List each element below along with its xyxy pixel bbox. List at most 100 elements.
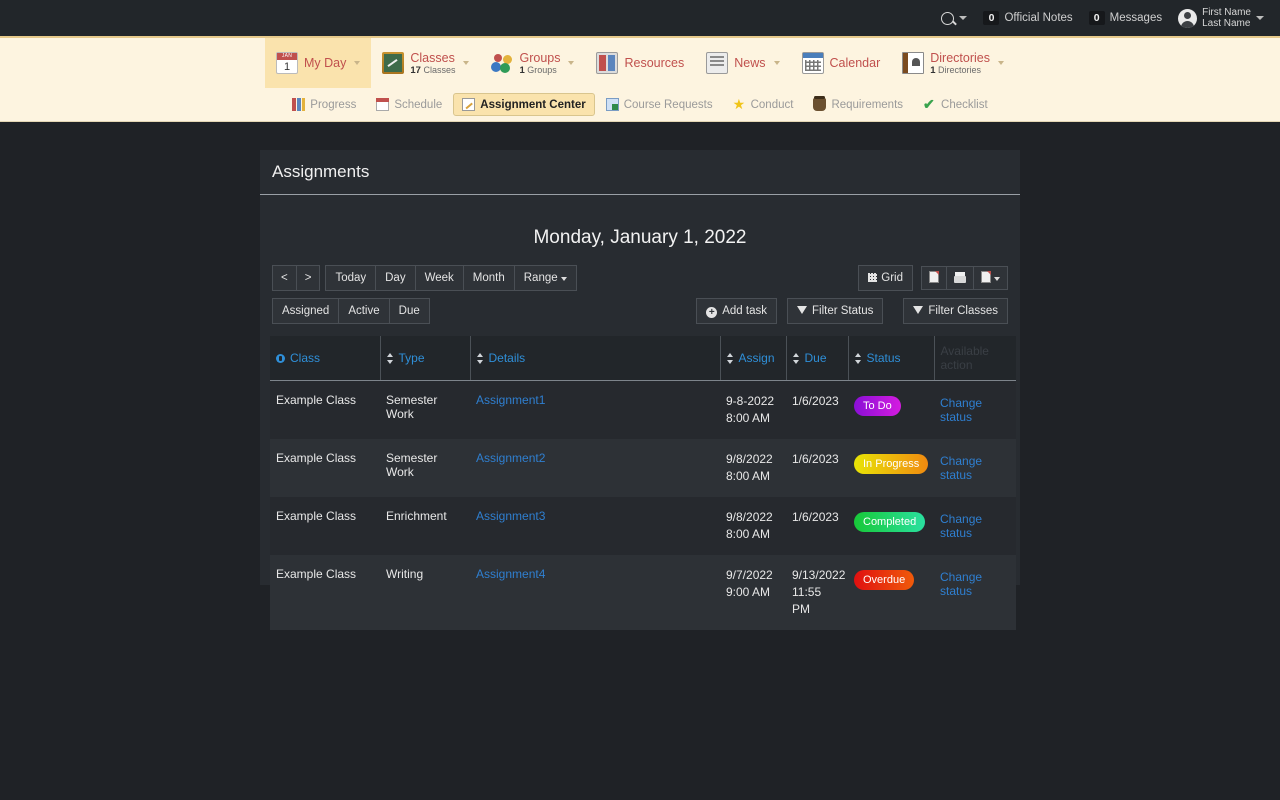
print-button[interactable] bbox=[946, 266, 974, 290]
assignment-link[interactable]: Assignment2 bbox=[476, 451, 545, 465]
export-document-button[interactable] bbox=[973, 266, 1008, 290]
active-filter-button[interactable]: Active bbox=[338, 298, 389, 324]
assignment-link[interactable]: Assignment1 bbox=[476, 393, 545, 407]
due-filter-button[interactable]: Due bbox=[389, 298, 430, 324]
status-badge[interactable]: Overdue bbox=[854, 570, 914, 590]
chevron-down-icon[interactable] bbox=[774, 61, 780, 65]
chevron-down-icon[interactable] bbox=[354, 61, 360, 65]
table-row[interactable]: Example Class Writing Assignment4 9/7/20… bbox=[270, 555, 1016, 630]
nav-title: Resources bbox=[624, 56, 684, 70]
sort-icon bbox=[727, 353, 734, 364]
nav-item-my-day[interactable]: JAN 1 My Day bbox=[265, 38, 371, 88]
status-badge[interactable]: Completed bbox=[854, 512, 925, 532]
week-button[interactable]: Week bbox=[415, 265, 464, 291]
chevron-down-icon[interactable] bbox=[1256, 16, 1264, 20]
assign-time: 8:00 AM bbox=[726, 469, 770, 483]
subnav-item-checklist[interactable]: ✔ Checklist bbox=[914, 93, 997, 116]
filter-classes-button[interactable]: Filter Classes bbox=[903, 298, 1008, 324]
filter-status-button[interactable]: Filter Status bbox=[787, 298, 883, 324]
subnav-item-assignment-center[interactable]: Assignment Center bbox=[453, 93, 594, 116]
assign-date: 9/8/2022 bbox=[726, 510, 773, 524]
subnav-item-progress[interactable]: Progress bbox=[283, 93, 365, 116]
export-button-group bbox=[921, 266, 1008, 290]
assigned-filter-button[interactable]: Assigned bbox=[272, 298, 339, 324]
assignment-link[interactable]: Assignment4 bbox=[476, 567, 545, 581]
assign-time: 8:00 AM bbox=[726, 411, 770, 425]
subnav-item-conduct[interactable]: ★ Conduct bbox=[724, 93, 803, 116]
today-button[interactable]: Today bbox=[325, 265, 376, 291]
nav-label-group: Classes 17 Classes bbox=[410, 51, 455, 76]
range-label: Range bbox=[524, 272, 558, 284]
plus-icon: + bbox=[706, 307, 717, 318]
nav-item-news[interactable]: News bbox=[695, 38, 790, 88]
nav-item-groups[interactable]: Groups 1 Groups bbox=[480, 38, 585, 88]
chevron-down-icon[interactable] bbox=[568, 61, 574, 65]
star-icon: ★ bbox=[733, 98, 746, 111]
status-badge[interactable]: In Progress bbox=[854, 454, 928, 474]
assignments-panel: Assignments Monday, January 1, 2022 < > … bbox=[260, 150, 1020, 585]
due-date: 1/6/2023 bbox=[792, 452, 839, 466]
assign-time: 8:00 AM bbox=[726, 527, 770, 541]
cell-due: 1/6/2023 bbox=[786, 439, 848, 497]
column-header-details[interactable]: Details bbox=[470, 336, 720, 381]
user-menu[interactable]: First Name Last Name bbox=[1178, 7, 1264, 29]
nav-label-group: Directories 1 Directories bbox=[930, 51, 990, 76]
nav-label-group: Groups 1 Groups bbox=[519, 51, 560, 76]
table-row[interactable]: Example Class Semester Work Assignment2 … bbox=[270, 439, 1016, 497]
assign-date: 9/7/2022 bbox=[726, 568, 773, 582]
cell-assign: 9/8/2022 8:00 AM bbox=[720, 497, 786, 555]
cell-class: Example Class bbox=[270, 439, 380, 497]
table-row[interactable]: Example Class Enrichment Assignment3 9/8… bbox=[270, 497, 1016, 555]
range-button[interactable]: Range bbox=[514, 265, 577, 291]
messages-link[interactable]: 0 Messages bbox=[1089, 11, 1162, 25]
column-label: Due bbox=[805, 351, 827, 365]
chevron-down-icon[interactable] bbox=[959, 16, 967, 20]
official-notes-link[interactable]: 0 Official Notes bbox=[983, 11, 1072, 25]
day-button[interactable]: Day bbox=[375, 265, 415, 291]
next-period-button[interactable]: > bbox=[296, 265, 321, 291]
nav-sub-count: 1 bbox=[930, 65, 935, 76]
month-button[interactable]: Month bbox=[463, 265, 515, 291]
subnav-label: Conduct bbox=[751, 99, 794, 111]
change-status-link[interactable]: Change status bbox=[940, 454, 982, 482]
prev-period-button[interactable]: < bbox=[272, 265, 297, 291]
sub-navigation: Progress Schedule Assignment Center Cour… bbox=[0, 88, 1280, 122]
change-status-link[interactable]: Change status bbox=[940, 512, 982, 540]
chevron-down-icon[interactable] bbox=[463, 61, 469, 65]
column-header-type[interactable]: Type bbox=[380, 336, 470, 381]
nav-item-directories[interactable]: Directories 1 Directories bbox=[891, 38, 1015, 88]
subnav-label: Course Requests bbox=[624, 99, 713, 111]
subnav-item-requirements[interactable]: Requirements bbox=[804, 93, 912, 116]
export-rss-button[interactable] bbox=[921, 266, 947, 290]
column-header-class[interactable]: Class bbox=[270, 336, 380, 381]
change-status-link[interactable]: Change status bbox=[940, 396, 982, 424]
search-control[interactable] bbox=[941, 12, 967, 25]
view-export-controls: Grid bbox=[858, 265, 1008, 291]
change-status-link[interactable]: Change status bbox=[940, 570, 982, 598]
period-select-group: Today Day Week Month Range bbox=[325, 265, 576, 291]
books-icon bbox=[596, 52, 618, 74]
column-label: Assign bbox=[739, 351, 775, 365]
chevron-down-icon[interactable] bbox=[998, 61, 1004, 65]
cell-action: Change status bbox=[934, 439, 1016, 497]
add-task-button[interactable]: +Add task bbox=[696, 298, 777, 324]
cell-type: Semester Work bbox=[380, 381, 470, 440]
nav-item-resources[interactable]: Resources bbox=[585, 38, 695, 88]
subnav-item-course-requests[interactable]: Course Requests bbox=[597, 93, 722, 116]
nav-item-calendar[interactable]: Calendar bbox=[791, 38, 892, 88]
assignment-link[interactable]: Assignment3 bbox=[476, 509, 545, 523]
newspaper-icon bbox=[706, 52, 728, 74]
grid-view-button[interactable]: Grid bbox=[858, 265, 913, 291]
subnav-item-schedule[interactable]: Schedule bbox=[367, 93, 451, 116]
table-row[interactable]: Example Class Semester Work Assignment1 … bbox=[270, 381, 1016, 440]
search-icon[interactable] bbox=[941, 12, 954, 25]
status-badge[interactable]: To Do bbox=[854, 396, 901, 416]
column-header-due[interactable]: Due bbox=[786, 336, 848, 381]
nav-item-classes[interactable]: Classes 17 Classes bbox=[371, 38, 480, 88]
cell-type: Semester Work bbox=[380, 439, 470, 497]
column-header-assign[interactable]: Assign bbox=[720, 336, 786, 381]
filter-status-label: Filter Status bbox=[812, 305, 873, 317]
sort-icon bbox=[855, 353, 862, 364]
column-header-status[interactable]: Status bbox=[848, 336, 934, 381]
nav-subtitle: 17 Classes bbox=[410, 65, 455, 76]
